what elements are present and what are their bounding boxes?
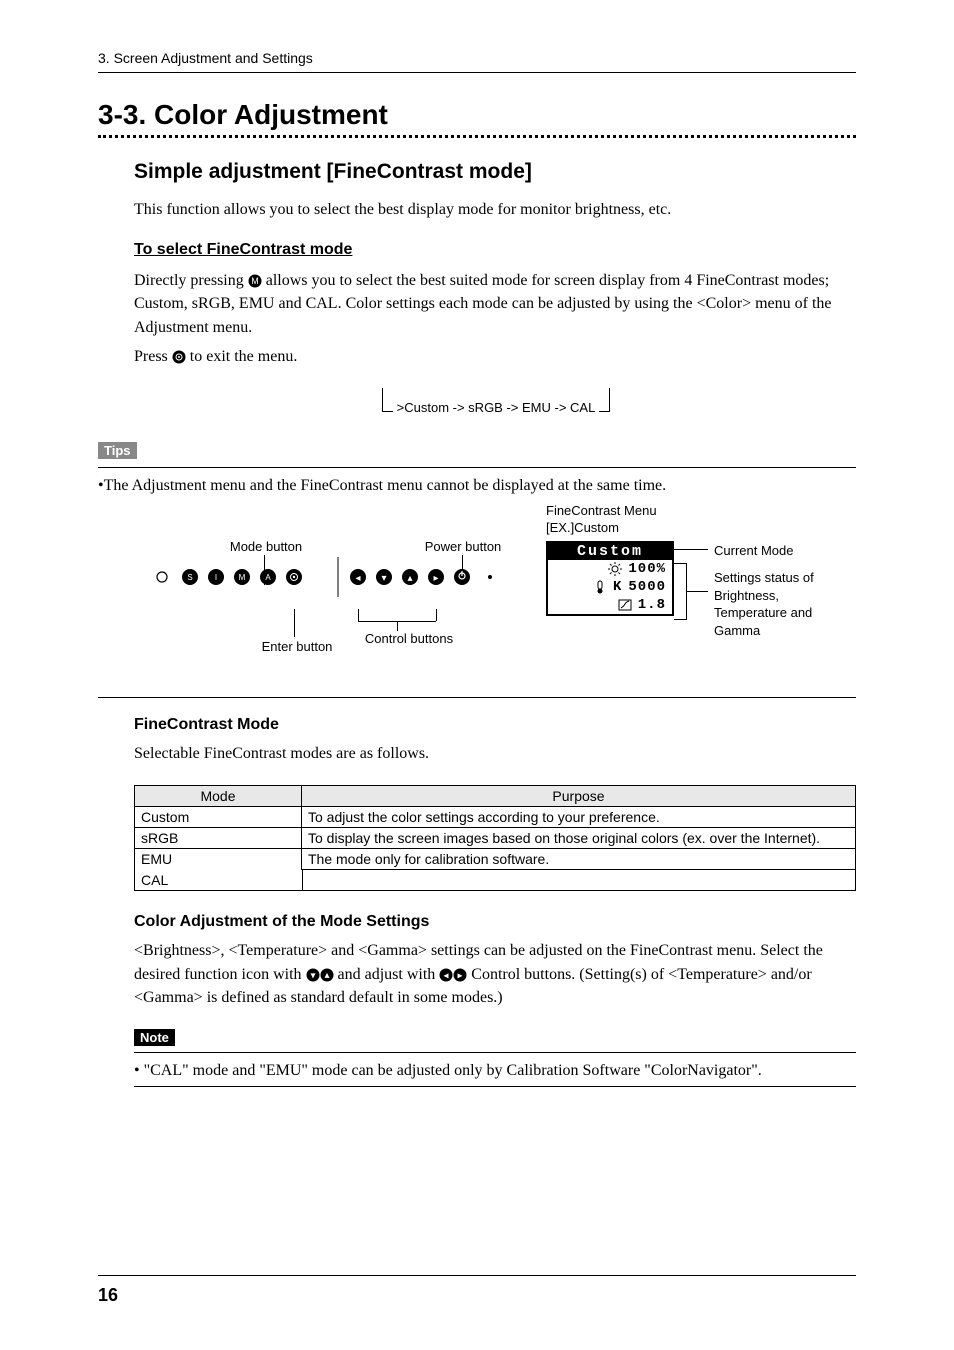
temp-unit: K [613, 579, 622, 595]
tips-rule-top [98, 467, 856, 468]
note-badge: Note [134, 1029, 175, 1046]
osd-mode-name: Custom [548, 543, 672, 560]
table-row: CAL [134, 870, 856, 891]
up-button-icon: ▴ [320, 968, 334, 982]
mode-button-icon: M [248, 274, 262, 288]
right-button-icon: ▸ [453, 968, 467, 982]
svg-text:◂: ◂ [355, 573, 360, 584]
finecontrast-diagram: FineContrast Menu [EX.]Custom Mode butto… [98, 503, 856, 681]
note-rule-top [134, 1052, 856, 1053]
paragraph-select: Directly pressing M allows you to select… [134, 269, 856, 339]
gamma-icon [618, 598, 632, 612]
col-mode: Mode [134, 785, 302, 807]
temperature-icon [593, 580, 607, 594]
label-control-buttons: Control buttons [354, 631, 464, 646]
table-row: sRGB To display the screen images based … [134, 828, 856, 849]
cell-purpose: To display the screen images based on th… [302, 828, 856, 849]
svg-text:◂: ◂ [444, 970, 449, 981]
cell-mode: EMU [134, 849, 302, 870]
page-number: 16 [98, 1285, 118, 1306]
down-button-icon: ▾ [306, 968, 320, 982]
fc-menu-subtitle: [EX.]Custom [546, 520, 657, 535]
fc-menu-title: FineContrast Menu [546, 503, 657, 518]
table-row: Custom To adjust the color settings acco… [134, 807, 856, 828]
footer-rule [98, 1275, 856, 1276]
left-button-icon: ◂ [439, 968, 453, 982]
text: and adjust with [338, 966, 440, 983]
tips-badge: Tips [98, 442, 137, 459]
cycle-diagram: >Custom -> sRGB -> EMU -> CAL [134, 388, 856, 416]
svg-text:▾: ▾ [381, 573, 386, 584]
paragraph-press-exit: Press to exit the menu. [134, 345, 856, 368]
svg-text:M: M [239, 573, 246, 582]
cell-purpose [302, 870, 856, 891]
cycle-text: >Custom -> sRGB -> EMU -> CAL [393, 400, 600, 415]
tips-body: •The Adjustment menu and the FineContras… [98, 474, 856, 497]
label-settings-status: Settings status of Brightness, Temperatu… [714, 569, 844, 639]
osd-brightness-value: 100% [628, 561, 666, 577]
cell-mode: Custom [134, 807, 302, 828]
heading-color-adj-mode-settings: Color Adjustment of the Mode Settings [134, 913, 856, 931]
svg-text:S: S [187, 573, 192, 582]
tips-rule-bottom [98, 697, 856, 698]
paragraph-simple: This function allows you to select the b… [134, 198, 856, 221]
tips-block: Tips •The Adjustment menu and the FineCo… [98, 442, 856, 698]
col-purpose: Purpose [302, 785, 856, 807]
svg-text:I: I [215, 573, 217, 582]
cell-purpose: To adjust the color settings according t… [302, 807, 856, 828]
label-enter-button: Enter button [252, 639, 342, 654]
finecontrast-osd: Custom 100% K 5000 1.8 [546, 541, 674, 616]
note-rule-bottom [134, 1086, 856, 1087]
brightness-icon [608, 562, 622, 576]
cell-mode: CAL [134, 870, 302, 891]
table-header: Mode Purpose [134, 785, 856, 807]
text: to exit the menu. [190, 348, 298, 365]
dotted-rule [98, 135, 856, 138]
enter-button-icon [172, 350, 186, 364]
text: Press [134, 348, 172, 365]
manual-page: 3. Screen Adjustment and Settings 3-3. C… [0, 0, 954, 1350]
fc-mode-table: Mode Purpose Custom To adjust the color … [134, 785, 856, 891]
svg-text:M: M [251, 276, 259, 286]
heading-fc-mode: FineContrast Mode [134, 716, 856, 734]
header-rule [98, 72, 856, 73]
paragraph-fc-mode: Selectable FineContrast modes are as fol… [134, 742, 856, 765]
section-title: 3-3. Color Adjustment [98, 99, 856, 131]
heading-select-fc: To select FineContrast mode [134, 241, 856, 259]
cell-purpose: The mode only for calibration software. [302, 849, 856, 870]
cell-mode: sRGB [134, 828, 302, 849]
osd-temperature-value: 5000 [628, 579, 666, 595]
chapter-breadcrumb: 3. Screen Adjustment and Settings [98, 50, 856, 66]
table-row: EMU The mode only for calibration softwa… [134, 849, 856, 870]
svg-text:A: A [265, 573, 271, 582]
svg-text:▸: ▸ [458, 970, 463, 981]
svg-text:▴: ▴ [407, 573, 412, 584]
svg-text:▴: ▴ [324, 970, 329, 981]
svg-text:▸: ▸ [433, 573, 438, 584]
note-body: • "CAL" mode and "EMU" mode can be adjus… [134, 1059, 856, 1082]
monitor-button-panel-icon: S I M A ◂ ▾ ▴ ▸ [148, 543, 526, 603]
text: Directly pressing [134, 272, 248, 289]
subsection-simple-adjustment: Simple adjustment [FineContrast mode] [134, 160, 856, 184]
osd-gamma-value: 1.8 [638, 597, 666, 613]
label-current-mode: Current Mode [714, 543, 793, 558]
paragraph-color-adj: <Brightness>, <Temperature> and <Gamma> … [134, 939, 856, 1009]
svg-text:▾: ▾ [310, 970, 315, 981]
